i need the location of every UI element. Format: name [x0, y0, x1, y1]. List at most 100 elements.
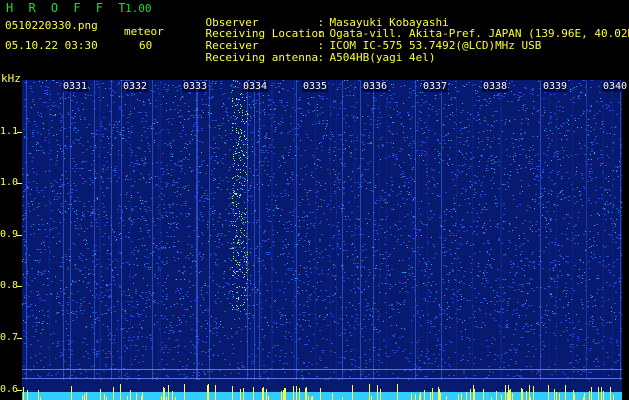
- time-label: 0339: [542, 81, 569, 92]
- echo-pixel: [241, 133, 242, 134]
- echo-pixel: [244, 100, 245, 101]
- echo-pixel: [247, 180, 248, 181]
- signal-spike: [584, 393, 585, 400]
- echo-pixel: [234, 112, 235, 113]
- echo-pixel: [236, 226, 237, 227]
- meteor-streak: [100, 80, 101, 380]
- meteor-streak: [160, 80, 161, 380]
- echo-pixel: [247, 270, 248, 271]
- y-axis-unit: kHz: [1, 72, 21, 85]
- signal-spike: [82, 396, 83, 400]
- signal-spike: [610, 387, 611, 400]
- echo-pixel: [238, 203, 239, 204]
- echo-pixel: [246, 261, 247, 262]
- time-label: 0331: [62, 81, 89, 92]
- meteor-streak: [330, 80, 331, 380]
- signal-spike: [439, 389, 440, 400]
- signal-spike: [522, 389, 523, 400]
- echo-pixel: [244, 123, 245, 124]
- signal-spike: [312, 396, 313, 400]
- echo-pixel: [244, 135, 245, 136]
- echo-pixel: [232, 100, 233, 101]
- signal-spike: [168, 385, 169, 400]
- echo-pixel: [235, 237, 236, 238]
- echo-pixel: [236, 193, 237, 194]
- echo-pixel: [238, 110, 239, 111]
- echo-pixel: [238, 133, 239, 134]
- echo-pixel: [247, 158, 248, 159]
- signal-spike: [284, 388, 285, 400]
- meteor-streak: [271, 80, 272, 380]
- meteor-streak: [254, 80, 255, 380]
- echo-pixel: [236, 298, 237, 299]
- echo-pixel: [237, 145, 238, 146]
- echo-pixel: [243, 121, 244, 122]
- echo-pixel: [243, 241, 244, 242]
- signal-spike: [142, 392, 143, 400]
- echo-pixel: [233, 80, 234, 81]
- signal-spike: [84, 394, 85, 400]
- meteor-streak: [196, 80, 197, 380]
- echo-pixel: [244, 131, 245, 132]
- signal-spike: [253, 387, 254, 400]
- echo-pixel: [239, 244, 240, 245]
- signal-spike: [127, 396, 128, 400]
- echo-pixel: [239, 195, 240, 196]
- echo-pixel: [244, 309, 245, 310]
- echo-pixel: [232, 309, 233, 310]
- echo-pixel: [244, 252, 245, 253]
- signal-spike: [415, 394, 416, 400]
- signal-spike: [419, 395, 420, 400]
- signal-spike: [501, 395, 502, 400]
- signal-spike: [299, 388, 300, 400]
- echo-pixel: [237, 252, 238, 253]
- echo-pixel: [236, 213, 237, 214]
- signal-spike: [332, 393, 333, 400]
- echo-pixel: [245, 222, 246, 223]
- meteor-streak: [411, 80, 412, 380]
- app-version: 1.00: [125, 2, 152, 15]
- meteor-streak: [540, 80, 541, 380]
- echo-pixel: [233, 146, 234, 147]
- meteor-streak: [70, 80, 71, 380]
- signal-spike: [424, 390, 425, 400]
- signal-spike: [305, 388, 306, 400]
- echo-pixel: [247, 299, 248, 300]
- echo-pixel: [243, 165, 244, 166]
- meteor-streak: [294, 80, 295, 380]
- echo-pixel: [232, 196, 233, 197]
- signal-spike: [603, 391, 604, 400]
- echo-pixel: [243, 154, 244, 155]
- meteor-streak: [315, 80, 316, 380]
- echo-pixel: [236, 153, 237, 154]
- echo-pixel: [237, 287, 238, 288]
- signal-spike: [458, 394, 459, 400]
- echo-pixel: [244, 213, 245, 214]
- time-label: 0333: [182, 81, 209, 92]
- echo-pixel: [238, 242, 239, 243]
- signal-spike: [71, 386, 72, 400]
- signal-spike: [371, 396, 372, 400]
- meteor-streak: [415, 80, 416, 380]
- baseline-band: [22, 392, 622, 400]
- meteor-streak: [209, 80, 210, 380]
- echo-pixel: [236, 128, 237, 129]
- echo-pixel: [240, 194, 241, 195]
- echo-pixel: [232, 123, 233, 124]
- signal-spike: [432, 388, 433, 400]
- signal-spike: [589, 391, 590, 400]
- echo-pixel: [234, 215, 235, 216]
- echo-pixel: [245, 255, 246, 256]
- echo-pixel: [239, 112, 240, 113]
- echo-pixel: [241, 121, 242, 122]
- echo-pixel: [242, 97, 243, 98]
- signal-spike: [163, 387, 164, 400]
- echo-pixel: [235, 176, 236, 177]
- capture-datetime: 05.10.22 03:30: [5, 39, 98, 52]
- echo-pixel: [233, 258, 234, 259]
- meteor-streak: [360, 80, 361, 380]
- echo-pixel: [242, 287, 243, 288]
- meteor-streak: [603, 80, 604, 380]
- echo-pixel: [244, 295, 245, 296]
- echo-pixel: [241, 228, 242, 229]
